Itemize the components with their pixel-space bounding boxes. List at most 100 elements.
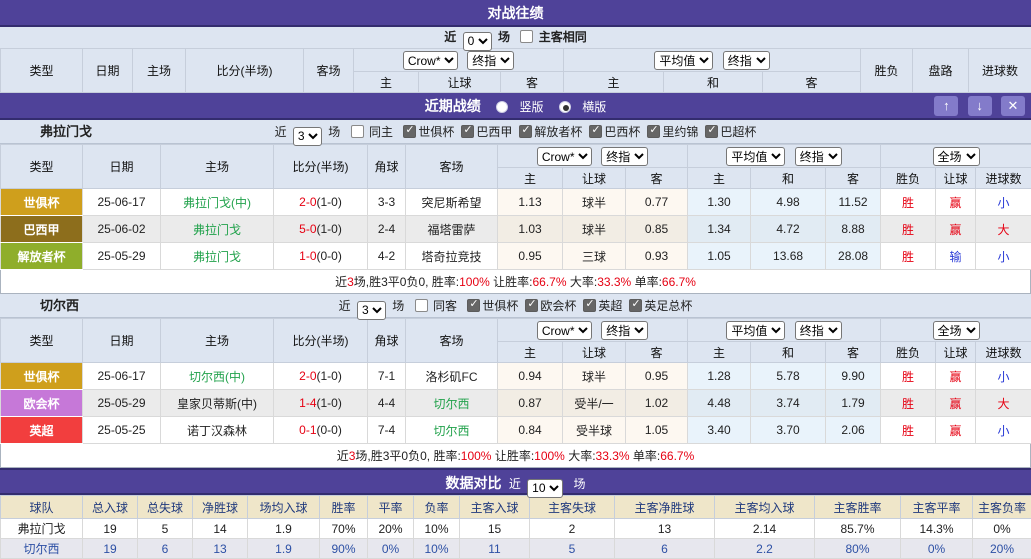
- handicap-cell: 球半: [563, 363, 626, 390]
- result-cell: 胜: [881, 189, 936, 216]
- league-label: 巴超杯: [720, 125, 756, 139]
- h2h-games-label: 场: [498, 30, 510, 44]
- stat-cell: 0%: [901, 539, 973, 559]
- final-odds-select[interactable]: 终指: [467, 51, 514, 70]
- home-odds-cell: 1.13: [498, 189, 563, 216]
- company-odds-select[interactable]: Crow*: [537, 321, 592, 340]
- stat-cell: 13: [193, 539, 248, 559]
- same-home-label: 同主: [369, 125, 393, 139]
- summary-text: 100%: [461, 449, 492, 463]
- h2h-same-checkbox[interactable]: [520, 30, 533, 43]
- check-icon: ✓: [469, 298, 478, 311]
- flamengo-near-select[interactable]: 3: [293, 127, 322, 146]
- close-button[interactable]: ✕: [1001, 96, 1025, 116]
- comparison-header-cell: 净胜球: [193, 496, 248, 519]
- league-checkbox[interactable]: ✓: [629, 299, 642, 312]
- league-checkbox[interactable]: ✓: [583, 299, 596, 312]
- away-odds-cell: 0.95: [626, 363, 688, 390]
- summary-text: 66.7%: [662, 275, 696, 289]
- handicap-cell: 球半: [563, 189, 626, 216]
- h2h-filter-row: 近 0 场 主客相同: [0, 27, 1031, 48]
- comparison-near-select[interactable]: 10: [527, 479, 563, 498]
- summary-text: 近: [335, 275, 347, 289]
- average-select[interactable]: 平均值: [654, 51, 713, 70]
- comparison-header-cell: 主客负率: [973, 496, 1031, 519]
- home-odds-cell: 0.95: [498, 243, 563, 270]
- stat-cell: 2.14: [715, 519, 815, 539]
- away-odds-cell: 1.02: [626, 390, 688, 417]
- halftime-score: (0-0): [317, 249, 342, 263]
- handicap-result-cell: 输: [936, 243, 976, 270]
- final-odds-select[interactable]: 终指: [601, 321, 648, 340]
- col-score: 比分(半场): [274, 319, 368, 363]
- final-average-select[interactable]: 终指: [795, 321, 842, 340]
- stat-cell: 15: [460, 519, 530, 539]
- score-cell: 2-0(1-0): [274, 363, 368, 390]
- score-cell: 0-1(0-0): [274, 417, 368, 444]
- col-corner: 角球: [368, 319, 406, 363]
- comparison-header-cell: 总入球: [83, 496, 138, 519]
- check-icon: ✓: [405, 124, 414, 137]
- scroll-up-button[interactable]: ↑: [934, 96, 958, 116]
- league-checkbox[interactable]: ✓: [519, 125, 532, 138]
- scope-select[interactable]: 全场: [933, 321, 980, 340]
- final-average-select[interactable]: 终指: [723, 51, 770, 70]
- league-label: 巴西甲: [476, 125, 512, 139]
- chelsea-near-select[interactable]: 3: [357, 301, 386, 320]
- corner-cell: 4-4: [368, 390, 406, 417]
- final-average-select[interactable]: 终指: [795, 147, 842, 166]
- recent-title: 近期战绩: [425, 98, 481, 114]
- final-odds-select[interactable]: 终指: [601, 147, 648, 166]
- same-away-checkbox[interactable]: [415, 299, 428, 312]
- score-cell: 1-4(1-0): [274, 390, 368, 417]
- scope-select[interactable]: 全场: [933, 147, 980, 166]
- radio-horizontal-label: 横版: [582, 100, 606, 114]
- col-handicap-result: 让球: [936, 342, 976, 363]
- h2h-title: 对战往绩: [488, 5, 544, 21]
- avg-home-cell: 1.05: [688, 243, 751, 270]
- h2h-near-select[interactable]: 0: [463, 32, 492, 51]
- summary-text: 33.3%: [597, 275, 631, 289]
- league-label: 解放者杯: [534, 125, 582, 139]
- home-odds-cell: 0.87: [498, 390, 563, 417]
- corner-cell: 7-1: [368, 363, 406, 390]
- league-checkbox[interactable]: ✓: [525, 299, 538, 312]
- arrow-down-icon: ↓: [976, 98, 983, 113]
- scroll-down-button[interactable]: ↓: [968, 96, 992, 116]
- games-label: 场: [392, 299, 404, 313]
- league-checkbox[interactable]: ✓: [705, 125, 718, 138]
- stat-cell: 85.7%: [815, 519, 901, 539]
- match-row: 英超25-05-25诺丁汉森林0-1(0-0)7-4切尔西0.84受半球1.05…: [1, 417, 1031, 444]
- stat-cell: 5: [138, 519, 193, 539]
- company-odds-select[interactable]: Crow*: [403, 51, 458, 70]
- col-handicap-home: 主: [498, 168, 563, 189]
- result-cell: 胜: [881, 243, 936, 270]
- col-avg-draw: 和: [664, 72, 763, 93]
- league-checkbox[interactable]: ✓: [467, 299, 480, 312]
- away-team-cell: 切尔西: [406, 417, 498, 444]
- halftime-score: (0-0): [317, 423, 342, 437]
- league-checkbox[interactable]: ✓: [403, 125, 416, 138]
- away-odds-cell: 1.05: [626, 417, 688, 444]
- result-cell: 胜: [881, 363, 936, 390]
- same-home-checkbox[interactable]: [351, 125, 364, 138]
- average-select[interactable]: 平均值: [726, 321, 785, 340]
- col-handicap-home: 主: [498, 342, 563, 363]
- h2h-table: 类型 日期 主场 比分(半场) 客场 Crow* 终指 平均值 终指 胜负 盘路…: [0, 48, 1031, 93]
- league-checkbox[interactable]: ✓: [647, 125, 660, 138]
- company-odds-select[interactable]: Crow*: [537, 147, 592, 166]
- comparison-header-cell: 场均入球: [248, 496, 320, 519]
- average-select[interactable]: 平均值: [726, 147, 785, 166]
- radio-vertical-layout[interactable]: [496, 101, 508, 113]
- fulltime-score: 0-1: [299, 423, 316, 437]
- radio-horizontal-layout[interactable]: [559, 101, 571, 113]
- away-team-cell: 塔奇拉竞技: [406, 243, 498, 270]
- home-odds-cell: 1.03: [498, 216, 563, 243]
- stat-cell: 2.2: [715, 539, 815, 559]
- away-odds-cell: 0.93: [626, 243, 688, 270]
- league-checkbox[interactable]: ✓: [589, 125, 602, 138]
- league-checkbox[interactable]: ✓: [461, 125, 474, 138]
- avg-home-cell: 3.40: [688, 417, 751, 444]
- comparison-header-cell: 主客净胜球: [615, 496, 715, 519]
- col-avg-draw: 和: [751, 168, 826, 189]
